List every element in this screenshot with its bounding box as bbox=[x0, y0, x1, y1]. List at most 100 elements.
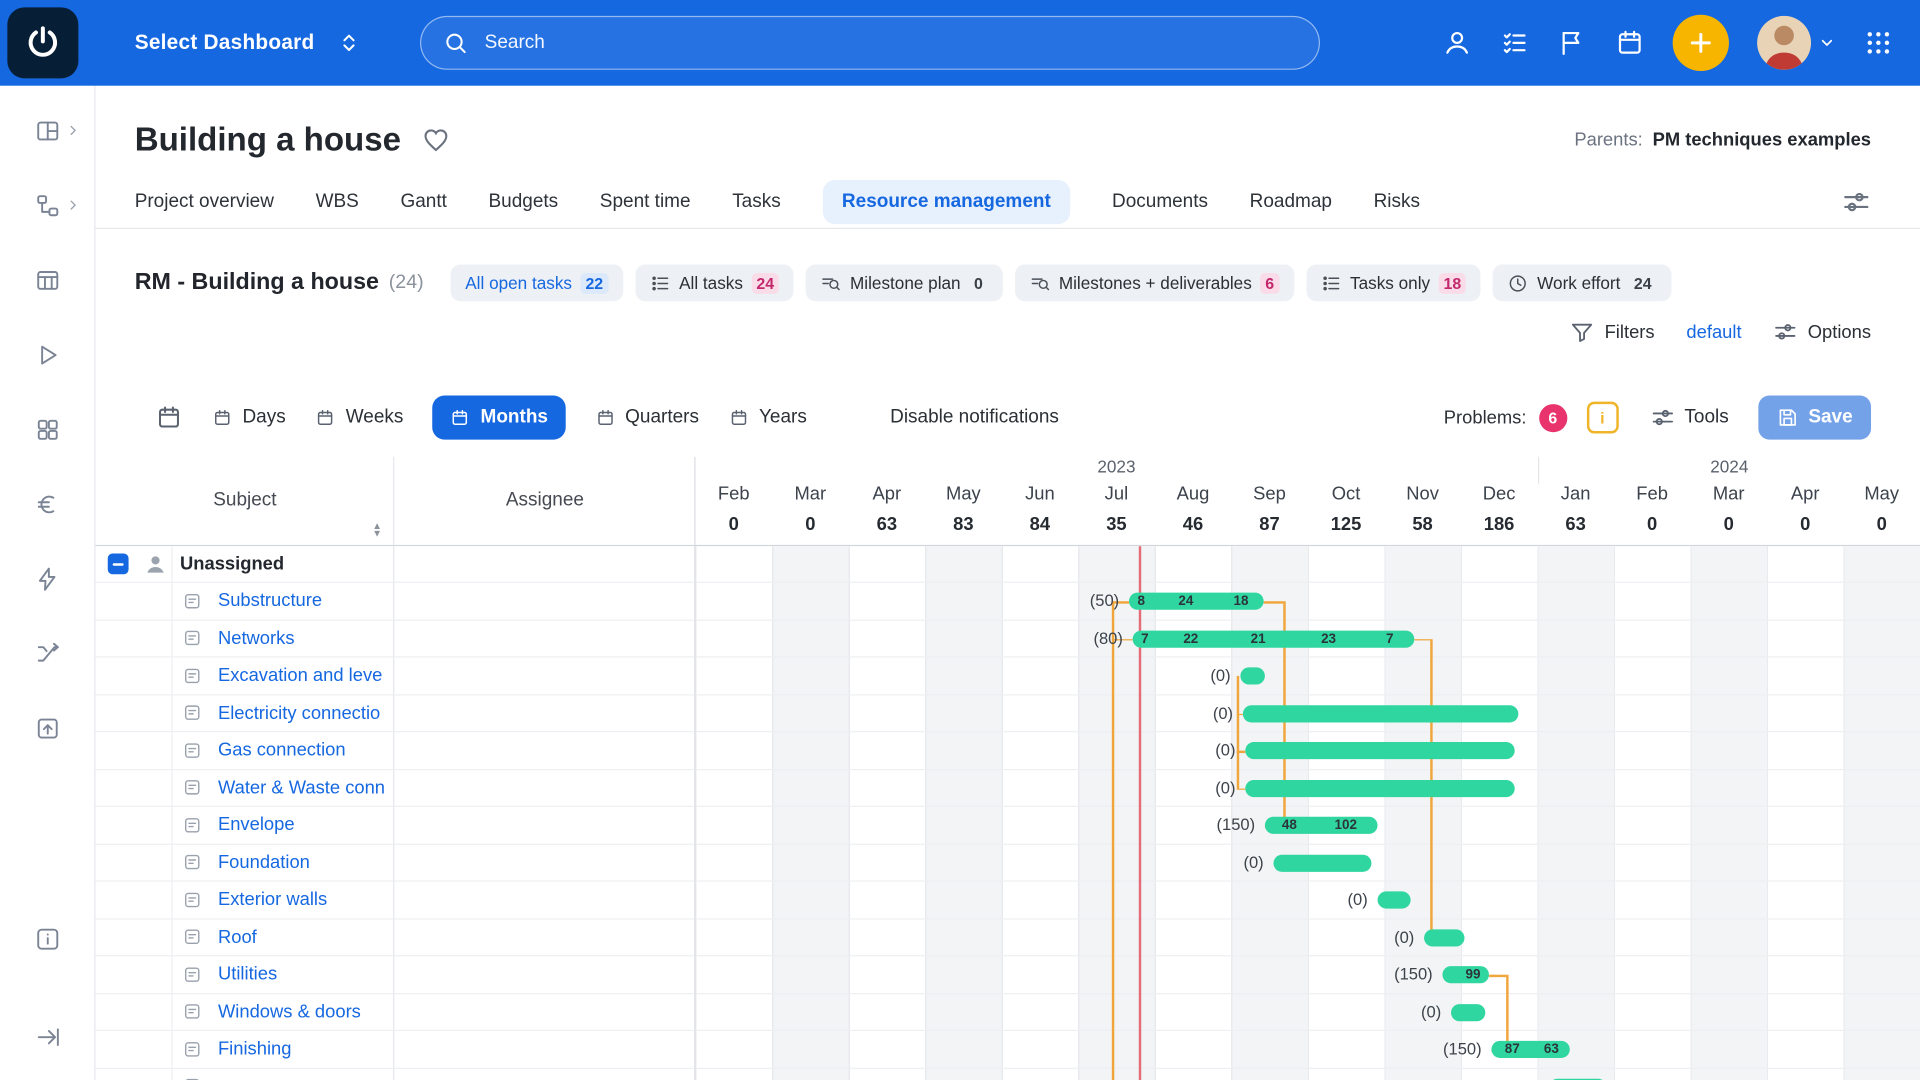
task-subject-link[interactable]: Finishing bbox=[218, 1039, 292, 1060]
task-subject-link[interactable]: Networks bbox=[218, 628, 295, 649]
group-collapse-checkbox[interactable] bbox=[108, 553, 129, 574]
filter-chip-milestone-plan[interactable]: Milestone plan0 bbox=[806, 264, 1003, 301]
filter-chip-tasks-only[interactable]: Tasks only18 bbox=[1306, 264, 1481, 301]
task-subject-link[interactable]: Gas connection bbox=[218, 740, 346, 761]
task-subject-link[interactable]: Foundation bbox=[218, 852, 310, 873]
dashboard-switch-icon[interactable] bbox=[337, 29, 361, 56]
task-subject-link[interactable]: Exterior walls bbox=[218, 889, 327, 910]
task-subject-link[interactable]: Substructure bbox=[218, 591, 322, 612]
gantt-bar[interactable]: 82418 bbox=[1129, 593, 1264, 610]
options-button[interactable]: Options bbox=[1773, 320, 1871, 344]
tasks-checklist-icon[interactable] bbox=[1500, 28, 1529, 57]
problems-count-badge[interactable]: 6 bbox=[1539, 403, 1567, 431]
global-search[interactable] bbox=[420, 16, 1320, 70]
chip-list-icon bbox=[650, 272, 671, 293]
filters-button[interactable]: Filters bbox=[1570, 320, 1654, 344]
save-button[interactable]: Save bbox=[1758, 396, 1871, 440]
scale-days[interactable]: Days bbox=[212, 407, 286, 429]
collapse-icon bbox=[34, 1024, 61, 1051]
task-icon bbox=[182, 1039, 202, 1059]
info-icon bbox=[34, 926, 61, 953]
user-avatar[interactable] bbox=[1757, 16, 1811, 70]
sidebar-item-dashboards[interactable] bbox=[34, 118, 61, 145]
sidebar-item-export-box[interactable] bbox=[34, 715, 61, 742]
calendar-picker-button[interactable] bbox=[156, 404, 183, 431]
sidebar-item-planner-board[interactable] bbox=[34, 267, 61, 294]
gantt-bar[interactable] bbox=[1245, 742, 1514, 759]
gantt-bar[interactable] bbox=[1243, 705, 1519, 722]
task-icon bbox=[182, 591, 202, 611]
task-subject-link[interactable]: Utilities bbox=[218, 964, 277, 985]
sidebar-item-quick-bolt[interactable] bbox=[34, 566, 61, 593]
tab-roadmap[interactable]: Roadmap bbox=[1250, 191, 1332, 213]
task-subject-link[interactable]: Windows & doors bbox=[218, 1001, 361, 1022]
gantt-bar[interactable]: 72221237 bbox=[1133, 630, 1415, 647]
add-button[interactable] bbox=[1673, 15, 1729, 71]
filter-chip-all-open-tasks[interactable]: All open tasks22 bbox=[451, 264, 623, 301]
sidebar-item-projects-tree[interactable] bbox=[34, 192, 61, 219]
task-subject-link[interactable]: Electricity connectio bbox=[218, 703, 380, 724]
chip-count-badge: 6 bbox=[1260, 272, 1279, 293]
tab-resource-management[interactable]: Resource management bbox=[822, 180, 1070, 224]
gantt-bar[interactable] bbox=[1240, 668, 1264, 685]
legend-info-icon[interactable]: i bbox=[1586, 402, 1618, 434]
disable-notifications-button[interactable]: Disable notifications bbox=[890, 407, 1059, 429]
tab-wbs[interactable]: WBS bbox=[316, 191, 359, 213]
column-header-assignee[interactable]: Assignee bbox=[394, 457, 695, 545]
gantt-bar[interactable]: 48102 bbox=[1265, 817, 1378, 834]
gantt-bar[interactable] bbox=[1424, 929, 1464, 946]
view-settings-icon[interactable] bbox=[1842, 187, 1871, 216]
tab-budgets[interactable]: Budgets bbox=[489, 191, 559, 213]
sidebar-item-play[interactable] bbox=[34, 342, 61, 369]
sidebar-item-finance-euro[interactable] bbox=[34, 491, 61, 518]
task-subject-link[interactable]: Water & Waste conn bbox=[218, 777, 385, 798]
sidebar-item-modules[interactable] bbox=[34, 416, 61, 443]
gantt-bar[interactable] bbox=[1451, 1004, 1485, 1021]
filter-chip-milestones-deliverables[interactable]: Milestones + deliverables6 bbox=[1015, 264, 1294, 301]
gantt-bar[interactable]: 8763 bbox=[1491, 1041, 1569, 1058]
scale-years[interactable]: Years bbox=[728, 407, 806, 429]
tab-tasks[interactable]: Tasks bbox=[732, 191, 781, 213]
user-icon[interactable] bbox=[1442, 28, 1471, 57]
gantt-bar[interactable]: 99 bbox=[1442, 966, 1489, 983]
task-icon bbox=[182, 890, 202, 910]
tab-gantt[interactable]: Gantt bbox=[400, 191, 446, 213]
column-header-subject[interactable]: Subject bbox=[96, 457, 395, 545]
task-subject-link[interactable]: Roof bbox=[218, 927, 257, 948]
dashboard-selector[interactable]: Select Dashboard bbox=[135, 31, 315, 55]
tab-risks[interactable]: Risks bbox=[1374, 191, 1420, 213]
tools-button[interactable]: Tools bbox=[1650, 405, 1729, 429]
gantt-bar[interactable] bbox=[1273, 854, 1371, 871]
avatar-chevron-down-icon[interactable] bbox=[1818, 34, 1835, 51]
capacity-label: (50) bbox=[1043, 583, 1119, 620]
sidebar-item-collapse[interactable] bbox=[34, 1024, 61, 1051]
sidebar-item-split-arrows[interactable] bbox=[34, 640, 61, 667]
tab-project-overview[interactable]: Project overview bbox=[135, 191, 274, 213]
filter-chip-all-tasks[interactable]: All tasks24 bbox=[635, 264, 794, 301]
tab-documents[interactable]: Documents bbox=[1112, 191, 1208, 213]
filters-default-link[interactable]: default bbox=[1686, 321, 1741, 342]
gantt-bar[interactable] bbox=[1378, 892, 1411, 909]
calendar-icon[interactable] bbox=[1615, 28, 1644, 57]
search-input[interactable] bbox=[482, 31, 1296, 55]
scale-weeks[interactable]: Weeks bbox=[315, 407, 403, 429]
scale-months[interactable]: Months bbox=[433, 396, 565, 440]
apps-grid-icon[interactable] bbox=[1864, 28, 1893, 57]
app-logo[interactable] bbox=[7, 7, 78, 78]
sidebar-item-info[interactable] bbox=[34, 926, 61, 953]
task-subject-link[interactable]: Excavation and leve bbox=[218, 665, 382, 686]
group-row-unassigned[interactable]: Unassigned bbox=[96, 546, 695, 583]
tab-spent-time[interactable]: Spent time bbox=[600, 191, 691, 213]
parents-link[interactable]: PM techniques examples bbox=[1653, 129, 1871, 150]
month-total: 58 bbox=[1384, 514, 1461, 545]
gantt-bar[interactable] bbox=[1245, 780, 1514, 797]
filter-chip-work-effort[interactable]: Work effort24 bbox=[1493, 264, 1671, 301]
chip-label: Tasks only bbox=[1350, 273, 1430, 293]
sort-icon[interactable]: ▲▼ bbox=[372, 523, 382, 538]
dependency-connector bbox=[1414, 639, 1430, 641]
task-subject-link[interactable]: Envelope bbox=[218, 815, 295, 836]
favorite-heart-icon[interactable] bbox=[421, 125, 450, 154]
scale-quarters[interactable]: Quarters bbox=[595, 407, 699, 429]
scale-label: Weeks bbox=[346, 407, 404, 429]
flag-icon[interactable] bbox=[1558, 28, 1587, 57]
